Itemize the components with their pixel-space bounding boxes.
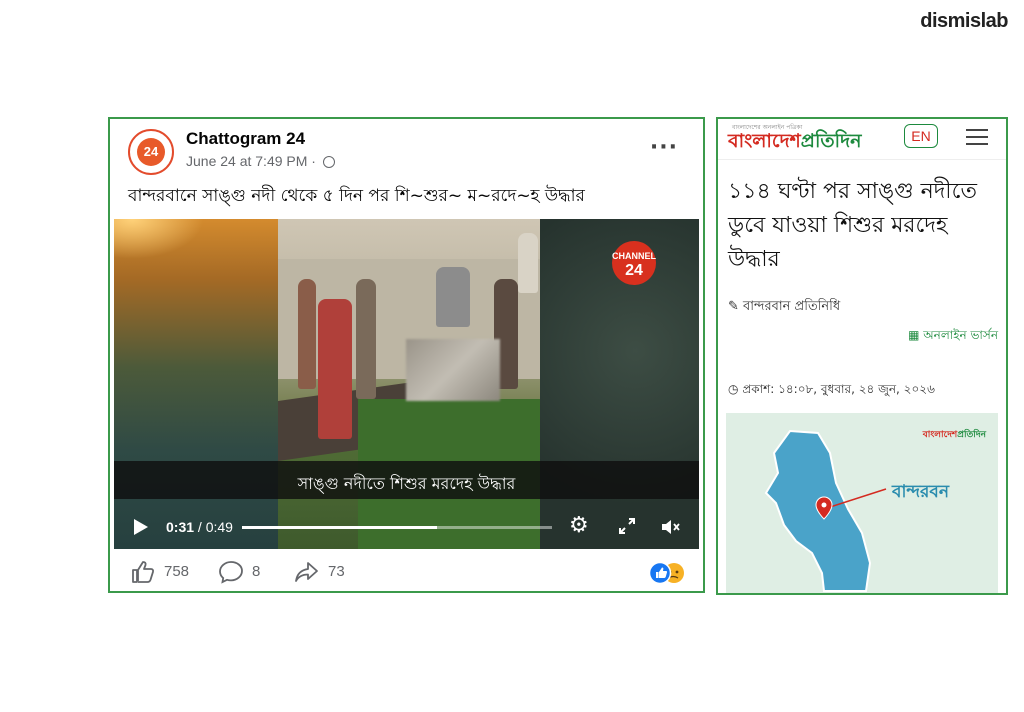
language-toggle-button[interactable]: EN: [904, 124, 938, 148]
mute-icon[interactable]: [660, 517, 682, 537]
post-text: বান্দরবানে সাঙ্গু নদী থেকে ৫ দিন পর শি~শ…: [128, 186, 585, 206]
video-time: 0:31 / 0:49: [166, 519, 233, 535]
video-progress-fill: [242, 526, 438, 529]
newspaper-icon: ▦: [908, 328, 920, 342]
video-player[interactable]: CHANNEL 24 সাঙ্গু নদীতে শিশুর মরদেহ উদ্ধ…: [114, 219, 699, 549]
like-icon: [132, 561, 155, 583]
facebook-post-card: 24 Chattogram 24 June 24 at 7:49 PM · ··…: [108, 117, 705, 593]
video-controls: 0:31 / 0:49 ⚙: [114, 505, 699, 549]
bangladesh-map: [764, 429, 887, 592]
current-time: 0:31: [166, 519, 195, 535]
channel24-logo: CHANNEL 24: [612, 241, 656, 285]
post-date[interactable]: June 24 at 7:49 PM: [186, 153, 307, 169]
avatar[interactable]: 24: [128, 129, 174, 175]
news-article-card: বাংলাদেশের অনলাইন পত্রিকা বাংলাদেশপ্রতিদ…: [716, 117, 1008, 595]
page-name[interactable]: Chattogram 24: [186, 129, 305, 149]
pencil-icon: ✎: [728, 299, 739, 314]
duration: 0:49: [205, 519, 233, 535]
meta-separator: ·: [307, 153, 320, 169]
comment-icon: [219, 561, 243, 584]
video-frame-right: CHANNEL 24: [540, 219, 699, 549]
publish-date: ◷ প্রকাশ: ১৪:০৮, বুধবার, ২৪ জুন, ২০২৬: [728, 382, 935, 396]
like-count: 758: [164, 563, 190, 580]
video-progress-bar[interactable]: [242, 526, 552, 529]
reaction-icons[interactable]: [648, 561, 688, 585]
post-header: 24 Chattogram 24 June 24 at 7:49 PM · ··…: [128, 129, 688, 177]
online-edition-label: ▦ অনলাইন ভার্সন: [908, 328, 998, 342]
article-image-map: বাংলাদেশপ্রতিদিন বান্দরবন: [726, 413, 998, 593]
news-header: বাংলাদেশের অনলাইন পত্রিকা বাংলাদেশপ্রতিদ…: [718, 119, 1006, 160]
clock-icon: ◷: [728, 382, 739, 396]
post-actions: 758 8 73: [130, 559, 690, 587]
share-count: 73: [328, 563, 345, 580]
globe-icon: [322, 156, 335, 168]
video-frame-center: [278, 219, 548, 549]
comment-count: 8: [252, 563, 261, 580]
dismislab-logo: dismislab: [920, 10, 1008, 32]
article-headline: ১১৪ ঘণ্টা পর সাঙ্গু নদীতে ডুবে যাওয়া শি…: [728, 179, 977, 272]
article-byline: ✎ বান্দরবান প্রতিনিধি: [728, 299, 841, 314]
more-options-button[interactable]: ···: [650, 137, 678, 159]
video-caption: সাঙ্গু নদীতে শিশুর মরদেহ উদ্ধার: [297, 474, 516, 493]
map-location-label: বান্দরবন: [892, 482, 949, 502]
video-frame-left: [114, 219, 278, 549]
fullscreen-icon[interactable]: [618, 517, 636, 535]
post-meta: June 24 at 7:49 PM ·: [186, 153, 335, 169]
menu-icon[interactable]: [966, 129, 988, 145]
play-icon[interactable]: [134, 519, 148, 535]
gear-icon[interactable]: ⚙: [569, 515, 589, 537]
blurred-area: [406, 339, 500, 401]
share-icon: [295, 562, 318, 582]
avatar-logo: 24: [137, 138, 165, 166]
site-logo[interactable]: বাংলাদেশপ্রতিদিন: [728, 127, 861, 159]
